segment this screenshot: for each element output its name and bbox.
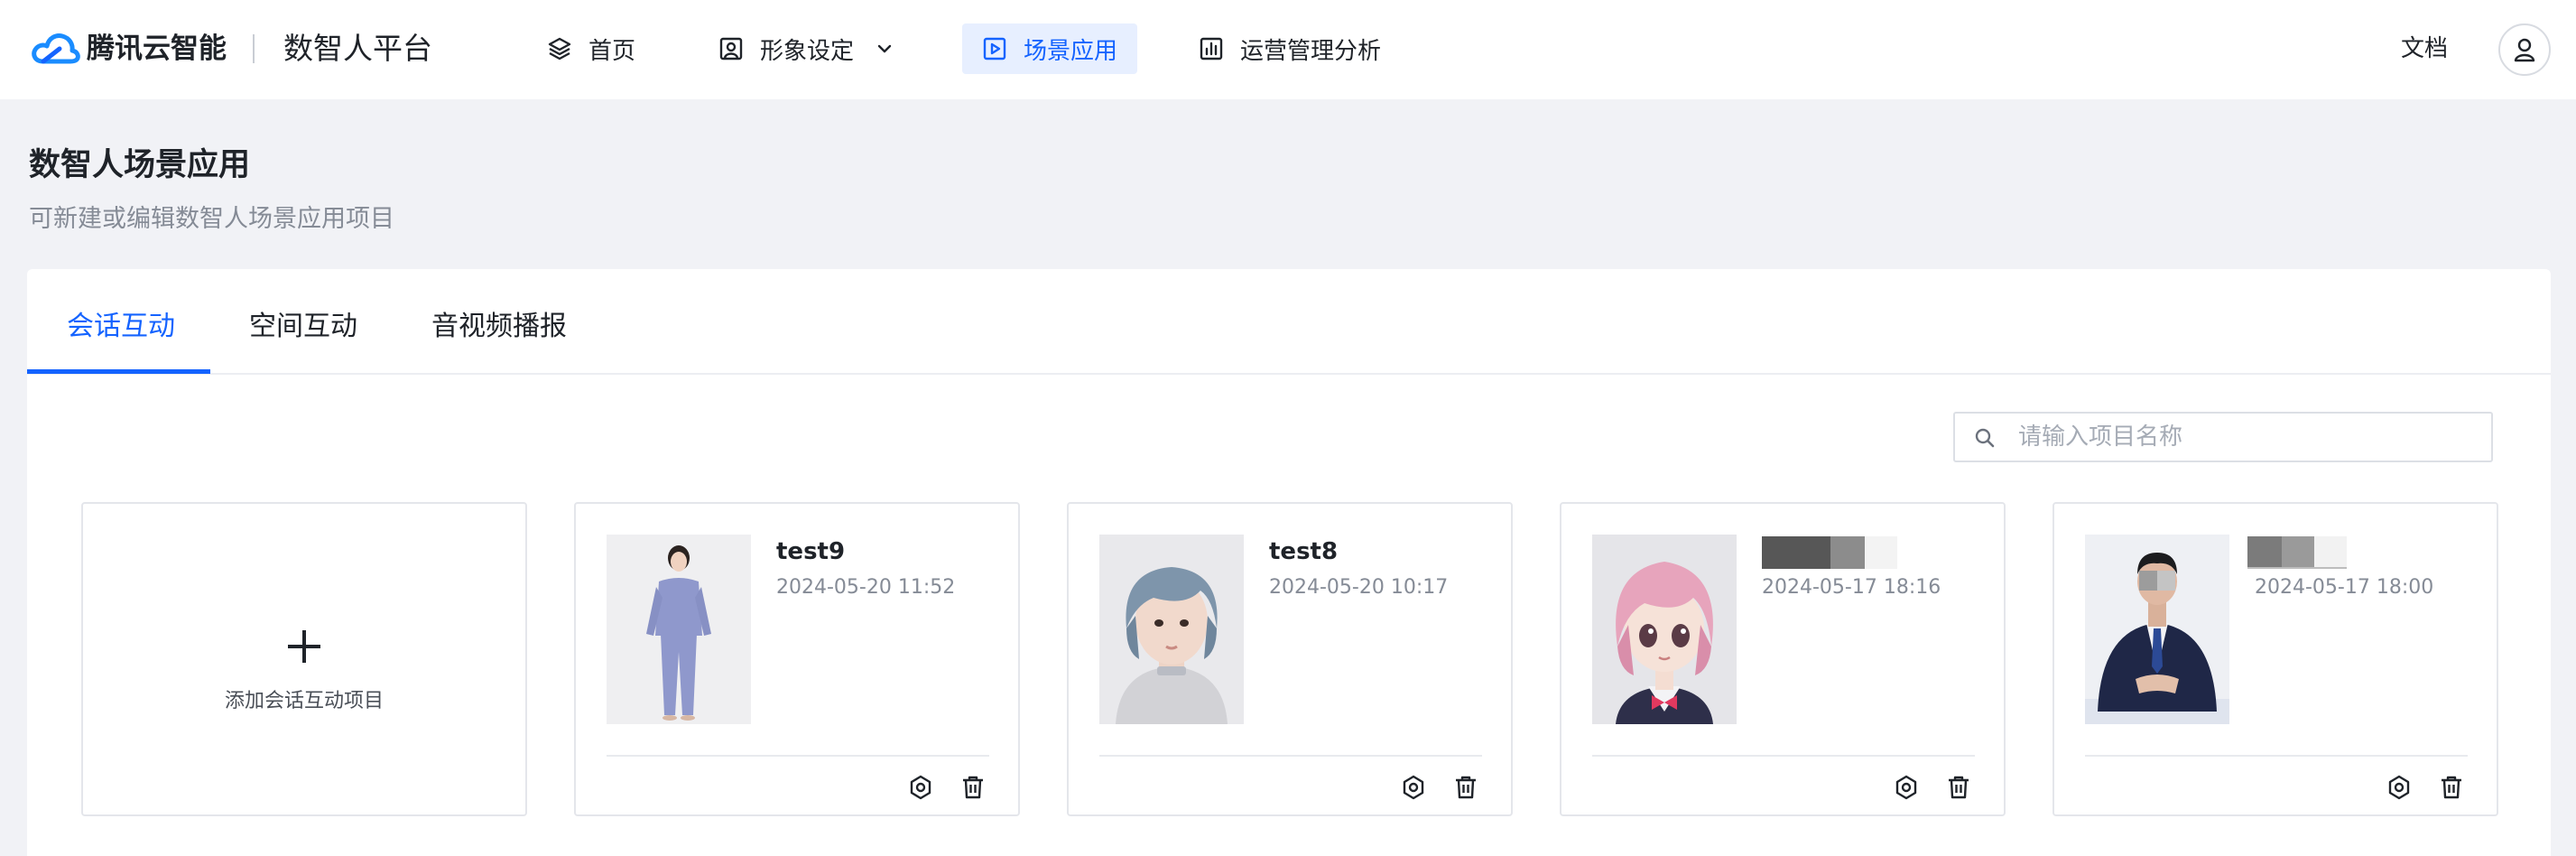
trash-icon (1949, 776, 1969, 799)
project-updated-time: 2024-05-17 18:16 (1762, 576, 1941, 599)
tab-space-interaction[interactable]: 空间互动 (249, 303, 357, 343)
project-delete-button[interactable] (955, 769, 991, 805)
settings-hexagon-icon (1895, 775, 1917, 800)
user-avatar[interactable] (2498, 23, 2551, 76)
project-thumbnail[interactable] (1099, 535, 1244, 724)
project-updated-time: 2024-05-20 10:17 (1269, 576, 1449, 599)
project-updated-time: 2024-05-17 18:00 (2255, 576, 2434, 599)
brand-divider (253, 34, 255, 63)
project-search-input[interactable] (2018, 414, 2479, 461)
silver-hair-woman-avatar-image (1099, 535, 1244, 724)
settings-hexagon-icon (910, 775, 931, 800)
project-delete-button[interactable] (1448, 769, 1484, 805)
card-divider (1592, 755, 1975, 757)
trash-icon (963, 776, 983, 799)
nav-label-home: 首页 (588, 37, 636, 65)
card-divider (1099, 755, 1482, 757)
nav-item-ops-analytics[interactable]: 运营管理分析 (1179, 23, 1401, 74)
plus-icon (288, 630, 320, 663)
project-name[interactable]: test9 (776, 538, 845, 565)
project-settings-button[interactable] (903, 769, 939, 805)
nav-item-avatar-settings[interactable]: 形象设定 (699, 23, 913, 74)
redacted-project-name (1762, 536, 1897, 569)
platform-name: 数智人平台 (283, 31, 432, 66)
redacted-project-name (2247, 536, 2347, 569)
project-thumbnail[interactable] (2085, 535, 2229, 724)
bar-chart-icon (1200, 37, 1223, 60)
tab-conversation-interaction[interactable]: 会话互动 (67, 303, 175, 343)
top-navigation-bar: 腾讯云智能 数智人平台 首页 形象设定 场景应用 运营管理分析 文档 (0, 0, 2576, 99)
project-settings-button[interactable] (1888, 769, 1924, 805)
trash-icon (2442, 776, 2461, 799)
card-divider (607, 755, 989, 757)
project-delete-button[interactable] (1941, 769, 1977, 805)
nav-label-ops-analytics: 运营管理分析 (1240, 37, 1382, 65)
card-divider (2085, 755, 2468, 757)
active-tab-indicator (27, 369, 210, 374)
project-card[interactable]: 2024-05-17 18:16 (1560, 502, 2006, 816)
project-updated-time: 2024-05-20 11:52 (776, 576, 956, 599)
search-icon (1975, 428, 1995, 448)
project-settings-button[interactable] (2381, 769, 2417, 805)
project-card[interactable]: test8 2024-05-20 10:17 (1067, 502, 1513, 816)
suited-man-avatar-image (2085, 535, 2229, 724)
scene-app-panel: 会话互动 空间互动 音视频播报 添加会话互动项目 (27, 269, 2551, 856)
portrait-icon (719, 37, 743, 60)
layers-icon (548, 37, 571, 60)
project-settings-button[interactable] (1395, 769, 1432, 805)
play-square-icon (983, 37, 1006, 60)
brand-name[interactable]: 腾讯云智能 (87, 27, 227, 70)
add-project-label: 添加会话互动项目 (224, 690, 384, 712)
settings-hexagon-icon (1403, 775, 1424, 800)
nav-item-scene-apps[interactable]: 场景应用 (962, 23, 1138, 74)
tab-av-broadcast[interactable]: 音视频播报 (431, 303, 567, 343)
user-icon (2514, 38, 2535, 62)
project-card[interactable]: test9 2024-05-20 11:52 (574, 502, 1020, 816)
business-woman-avatar-image (607, 535, 751, 724)
project-name[interactable]: test8 (1269, 538, 1338, 565)
nav-label-scene-apps: 场景应用 (1024, 37, 1118, 65)
settings-hexagon-icon (2388, 775, 2410, 800)
tencent-cloud-logo-icon[interactable] (29, 27, 81, 69)
add-project-card[interactable]: 添加会话互动项目 (81, 502, 527, 816)
project-thumbnail[interactable] (607, 535, 751, 724)
scene-tabs: 会话互动 空间互动 音视频播报 (27, 269, 2551, 375)
chevron-down-icon[interactable] (876, 40, 894, 58)
page-title: 数智人场景应用 (29, 147, 251, 183)
page-subtitle: 可新建或编辑数智人场景应用项目 (29, 205, 394, 233)
project-search-box[interactable] (1953, 412, 2493, 462)
nav-item-home[interactable]: 首页 (527, 23, 655, 74)
cartoon-girl-avatar-image (1592, 535, 1737, 724)
project-thumbnail[interactable] (1592, 535, 1737, 724)
trash-icon (1456, 776, 1476, 799)
project-delete-button[interactable] (2433, 769, 2469, 805)
docs-link[interactable]: 文档 (2401, 29, 2448, 69)
project-card[interactable]: 2024-05-17 18:00 (2052, 502, 2498, 816)
nav-label-avatar-settings: 形象设定 (760, 37, 855, 65)
